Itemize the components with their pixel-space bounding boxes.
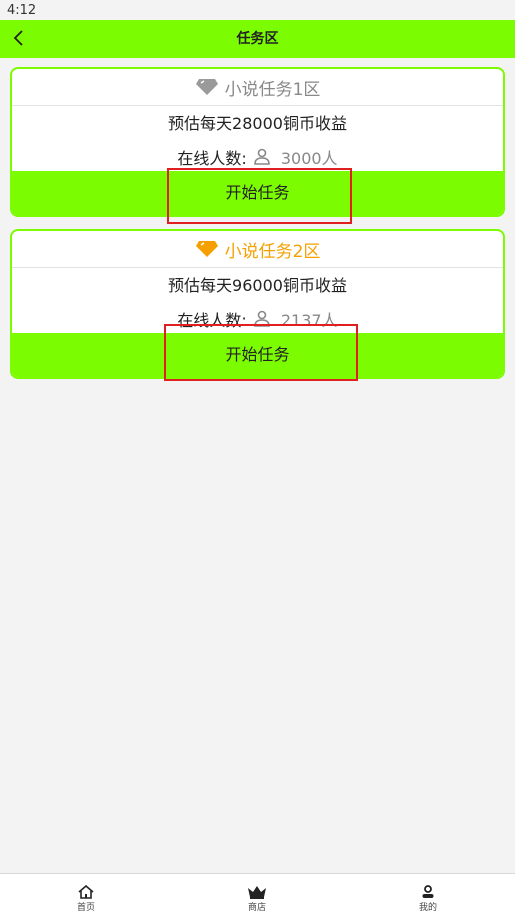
highlight-box: [164, 324, 358, 381]
tab-label: 商店: [247, 903, 266, 913]
app-header: 任务区: [0, 20, 515, 58]
home-icon: [78, 885, 94, 899]
page-title: 任务区: [236, 31, 279, 47]
task-title: 小说任务1区: [224, 79, 321, 100]
status-time: 4:12: [7, 3, 37, 18]
bottom-tab-bar: 首页 商店 我的: [0, 873, 515, 916]
status-bar: 4:12: [0, 0, 515, 20]
highlight-box: [167, 168, 352, 224]
online-count: 3000人: [280, 149, 338, 168]
task-estimate: 预估每天96000铜币收益: [168, 276, 347, 295]
online-label: 在线人数:: [177, 149, 247, 168]
person-icon: [422, 885, 434, 898]
tab-label: 首页: [76, 903, 95, 913]
task-card-header: 小说任务1区: [12, 69, 503, 106]
tab-shop[interactable]: 商店: [217, 874, 297, 916]
task-title: 小说任务2区: [224, 241, 321, 262]
task-card-header: 小说任务2区: [12, 231, 503, 268]
back-button[interactable]: [6, 25, 30, 51]
diamond-icon: [195, 79, 218, 95]
chevron-left-icon: [13, 30, 23, 46]
tab-label: 我的: [418, 903, 437, 913]
online-count-row: 在线人数: 3000人: [12, 145, 503, 169]
task-estimate: 预估每天28000铜币收益: [168, 114, 347, 133]
crown-icon: [248, 886, 266, 899]
tab-home[interactable]: 首页: [46, 874, 126, 916]
person-icon: [254, 148, 270, 165]
tab-mine[interactable]: 我的: [388, 874, 468, 916]
diamond-icon: [195, 241, 218, 257]
